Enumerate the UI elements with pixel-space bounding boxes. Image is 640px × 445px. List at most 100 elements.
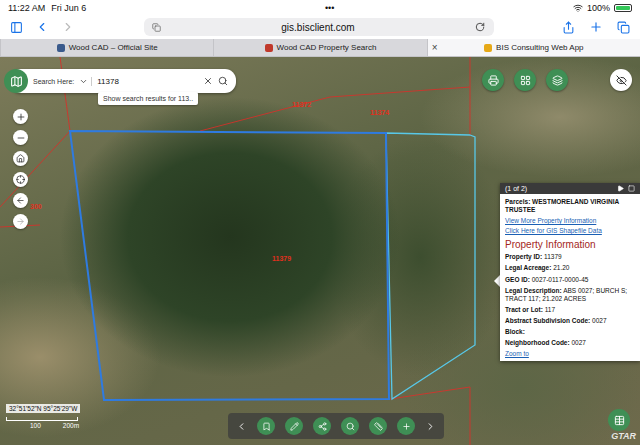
sidebar-icon[interactable] [10, 21, 23, 34]
favicon-icon [57, 44, 65, 52]
share-icon[interactable] [562, 21, 575, 34]
tab-icon [152, 23, 161, 32]
next-feature-icon[interactable] [617, 185, 624, 192]
field-label: Tract or Lot: [505, 306, 543, 313]
search-icon[interactable] [218, 76, 228, 86]
basemap-button[interactable] [514, 69, 536, 91]
draw-button[interactable] [285, 417, 303, 435]
parcel-label: 300 [30, 203, 42, 210]
parcel-popup: (1 of 2) Parcels: WESTMORELAND VIRGINIA T… [500, 183, 640, 361]
property-field: Block: [505, 328, 635, 336]
bookmark-button[interactable] [257, 417, 275, 435]
parcel-label: 11379 [272, 255, 291, 262]
clear-icon[interactable] [203, 76, 213, 86]
tab-bar: Wood CAD – Official Site Wood CAD Propert… [0, 39, 640, 57]
hide-tools-button[interactable] [610, 69, 632, 91]
field-label: Legal Description: [505, 287, 562, 294]
app-logo-icon [4, 69, 28, 93]
battery-fill [616, 6, 630, 10]
parcel-label: 11372 [292, 101, 311, 108]
battery-icon [614, 4, 632, 12]
adjacent-parcel [386, 133, 475, 399]
back-icon[interactable] [35, 20, 49, 34]
property-field: GEO ID: 0027-0117-0000-45 [505, 276, 635, 284]
scroll-left-icon[interactable] [236, 421, 247, 432]
popup-link[interactable]: Click Here for GIS Shapefile Data [505, 227, 635, 234]
search-label: Search Here: [33, 78, 74, 85]
property-field: Legal Acreage: 21.20 [505, 264, 635, 272]
url-field[interactable]: gis.bisclient.com [144, 18, 494, 36]
attribute-table-button[interactable] [608, 409, 630, 431]
popup-link[interactable]: View More Property Information [505, 217, 635, 224]
previous-extent-button[interactable] [13, 193, 28, 208]
favicon-icon [265, 44, 273, 52]
date: Fri Jun 6 [51, 3, 86, 13]
next-extent-button[interactable] [13, 214, 28, 229]
field-value: 11379 [544, 253, 562, 260]
parcel-owner: Parcels: WESTMORELAND VIRGINIA TRUSTEE [505, 198, 635, 214]
browser-tab[interactable]: Wood CAD Property Search [213, 39, 426, 56]
search-input[interactable]: 11378 [97, 77, 198, 86]
field-label: Abstract Subdivision Code: [505, 317, 590, 324]
print-button[interactable] [482, 69, 504, 91]
field-value: 0027 [571, 339, 585, 346]
field-value: 117 [545, 306, 555, 313]
field-label: Block: [505, 328, 525, 335]
popup-header: (1 of 2) [500, 183, 640, 194]
section-title: Property Information [505, 239, 635, 250]
map[interactable]: 11379 11372 11374 300 Search Here: 11378 Show … [0, 57, 640, 445]
popup-pager: (1 of 2) [505, 185, 527, 192]
search-suggestion[interactable]: Show search results for 113.. [98, 92, 198, 105]
forward-icon[interactable] [61, 20, 75, 34]
map-nav-tools [13, 109, 28, 229]
coordinates: 32°51'52"N 95°25'29"W [6, 404, 80, 413]
property-field: Legal Description: ABS 0027; BURCH S; TR… [505, 287, 635, 303]
watermark: GTAR [611, 431, 636, 441]
status-bar: 11:22 AM Fri Jun 6 ••• 100% [0, 0, 640, 15]
scroll-right-icon[interactable] [425, 421, 436, 432]
search-type-dropdown[interactable] [79, 77, 92, 86]
zoom-in-button[interactable] [13, 109, 28, 124]
battery-percent: 100% [587, 3, 610, 13]
tab-label: Wood CAD Property Search [277, 43, 377, 52]
maximize-icon[interactable] [628, 185, 635, 192]
property-field: Neighborhood Code: 0027 [505, 339, 635, 347]
favicon-icon [484, 44, 492, 52]
field-value: 0027-0117-0000-45 [532, 276, 589, 283]
reload-icon[interactable] [475, 22, 485, 32]
add-button[interactable] [397, 417, 415, 435]
field-label: GEO ID: [505, 276, 530, 283]
field-value: 21.20 [553, 264, 569, 271]
scale-bar: 100 200m [6, 417, 79, 429]
field-label: Neighborhood Code: [505, 339, 570, 346]
scale-label: 100 [30, 422, 41, 429]
property-field: Property ID: 11379 [505, 253, 635, 261]
tabs-icon[interactable] [617, 21, 630, 34]
search-bar: Search Here: 11378 [10, 69, 236, 93]
ipad-screen: 11:22 AM Fri Jun 6 ••• 100% gis.bisclient.co… [0, 0, 640, 445]
new-tab-icon[interactable] [589, 20, 603, 34]
zoom-to-link[interactable]: Zoom to [505, 350, 635, 357]
share-button[interactable] [313, 417, 331, 435]
locate-button[interactable] [13, 172, 28, 187]
popup-body: Parcels: WESTMORELAND VIRGINIA TRUSTEE Vi… [500, 194, 640, 361]
zoom-out-button[interactable] [13, 130, 28, 145]
query-button[interactable] [341, 417, 359, 435]
measure-button[interactable] [369, 417, 387, 435]
time: 11:22 AM [8, 3, 45, 13]
map-tools [482, 69, 632, 91]
home-button[interactable] [13, 151, 28, 166]
field-value: 0027 [592, 317, 606, 324]
tab-label: BIS Consulting Web App [496, 43, 583, 52]
selected-parcel [70, 131, 389, 400]
scale-line [6, 417, 78, 421]
scale-label: 200m [63, 422, 79, 429]
browser-tab[interactable]: × BIS Consulting Web App [427, 39, 640, 56]
bottom-toolbar [228, 413, 444, 439]
layers-button[interactable] [546, 69, 568, 91]
close-tab-button[interactable]: × [432, 42, 438, 53]
parcel-label: 11374 [370, 109, 389, 116]
browser-tab[interactable]: Wood CAD – Official Site [0, 39, 213, 56]
multitask-dots[interactable]: ••• [325, 3, 334, 13]
field-label: Legal Acreage: [505, 264, 551, 271]
